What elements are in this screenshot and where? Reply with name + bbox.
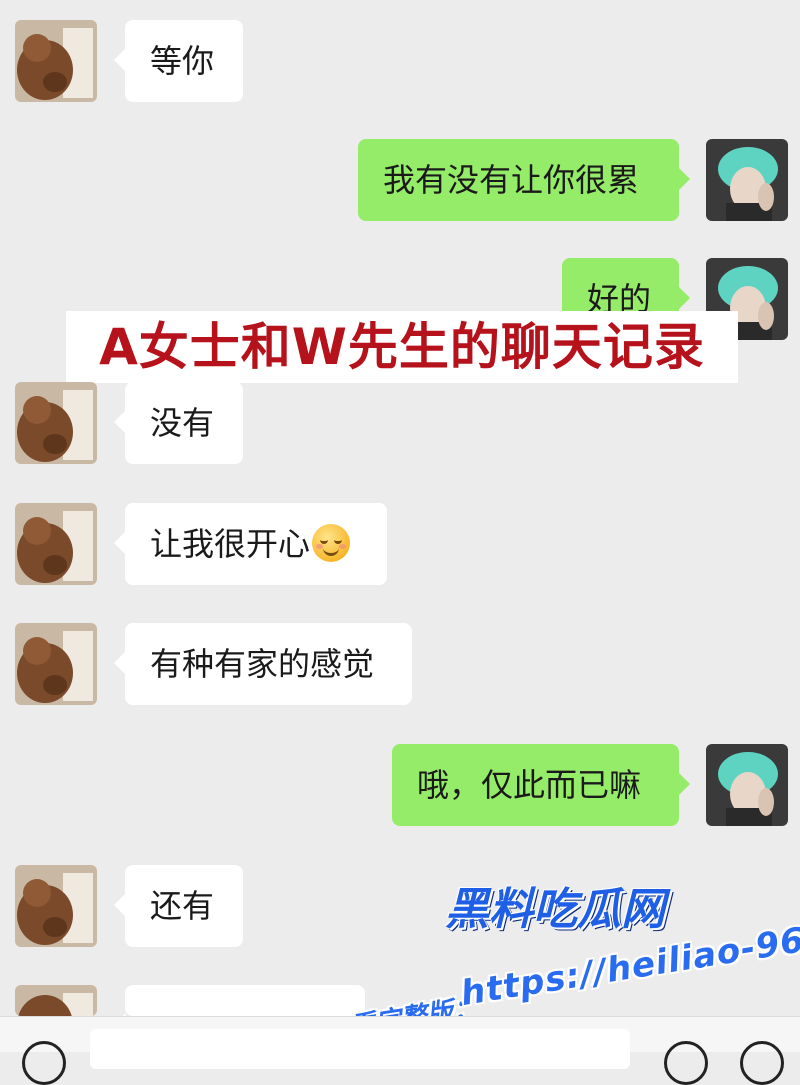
message-text: 我有没有让你很累 bbox=[383, 161, 640, 199]
message-input[interactable] bbox=[90, 1029, 630, 1069]
incoming-message-bubble[interactable]: 没有 bbox=[114, 382, 243, 464]
user-avatar[interactable] bbox=[706, 139, 788, 221]
contact-avatar[interactable] bbox=[15, 20, 97, 102]
incoming-message-bubble[interactable] bbox=[114, 985, 365, 1037]
incoming-message-bubble[interactable]: 还有 bbox=[114, 865, 243, 947]
message-text: 哦，仅此而已嘛 bbox=[417, 766, 642, 804]
user-avatar[interactable] bbox=[706, 744, 788, 826]
message-text: 还有 bbox=[150, 887, 215, 925]
watermark-link: 看完整版： https://heiliao-96.com bbox=[322, 841, 800, 1043]
overlay-caption: A女士和W先生的聊天记录 bbox=[66, 311, 738, 383]
smiling-face-emoji-icon bbox=[312, 524, 351, 562]
incoming-message-bubble[interactable]: 等你 bbox=[114, 20, 243, 102]
watermark-url: https://heiliao-96.com bbox=[457, 905, 800, 1014]
message-text: 没有 bbox=[150, 404, 215, 442]
contact-avatar[interactable] bbox=[15, 382, 97, 464]
message-text: 有种有家的感觉 bbox=[150, 645, 375, 683]
message-text: 等你 bbox=[150, 42, 215, 80]
more-actions-icon[interactable] bbox=[740, 1041, 784, 1085]
contact-avatar[interactable] bbox=[15, 623, 97, 705]
voice-toggle-icon[interactable] bbox=[22, 1041, 66, 1085]
contact-avatar[interactable] bbox=[15, 865, 97, 947]
outgoing-message-bubble[interactable]: 我有没有让你很累 bbox=[358, 139, 690, 221]
emoji-picker-icon[interactable] bbox=[664, 1041, 708, 1085]
message-input-bar bbox=[0, 1016, 800, 1085]
incoming-message-bubble[interactable]: 有种有家的感觉 bbox=[114, 623, 412, 705]
outgoing-message-bubble[interactable]: 哦，仅此而已嘛 bbox=[392, 744, 690, 826]
contact-avatar[interactable] bbox=[15, 985, 97, 1016]
contact-avatar[interactable] bbox=[15, 503, 97, 585]
incoming-message-bubble[interactable]: 让我很开心 bbox=[114, 503, 387, 585]
message-text: 让我很开心 bbox=[150, 525, 311, 563]
